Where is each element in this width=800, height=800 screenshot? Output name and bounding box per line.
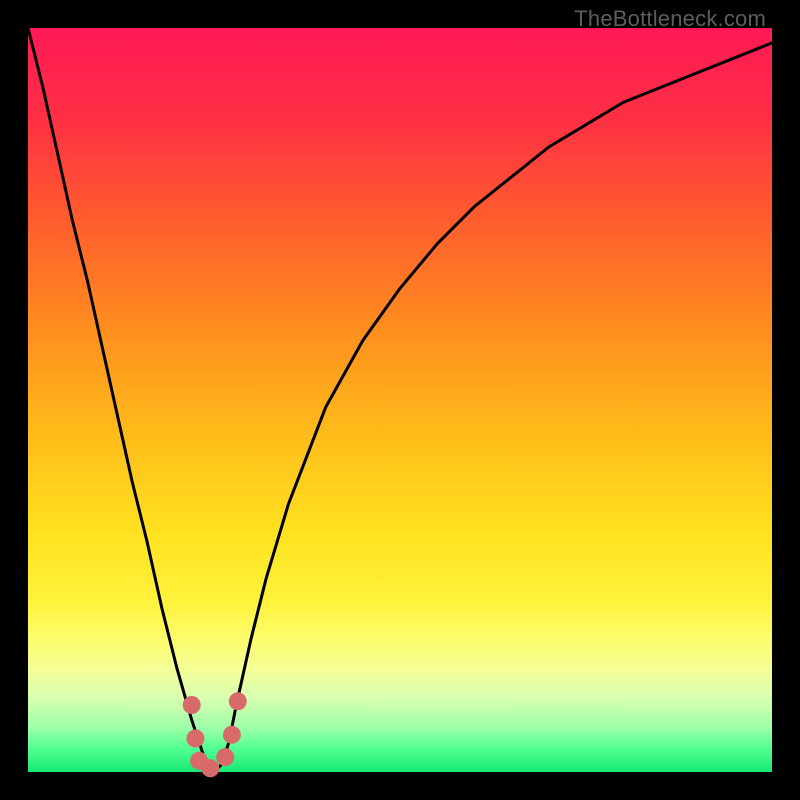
curve-marker — [183, 696, 201, 714]
watermark-text: TheBottleneck.com — [574, 6, 766, 32]
plot-area — [28, 28, 772, 772]
bottleneck-curve — [28, 28, 772, 772]
curve-marker — [223, 726, 241, 744]
curve-marker — [201, 759, 219, 777]
curve-marker — [229, 692, 247, 710]
curve-marker — [186, 730, 204, 748]
curve-marker — [216, 748, 234, 766]
chart-frame: TheBottleneck.com — [0, 0, 800, 800]
